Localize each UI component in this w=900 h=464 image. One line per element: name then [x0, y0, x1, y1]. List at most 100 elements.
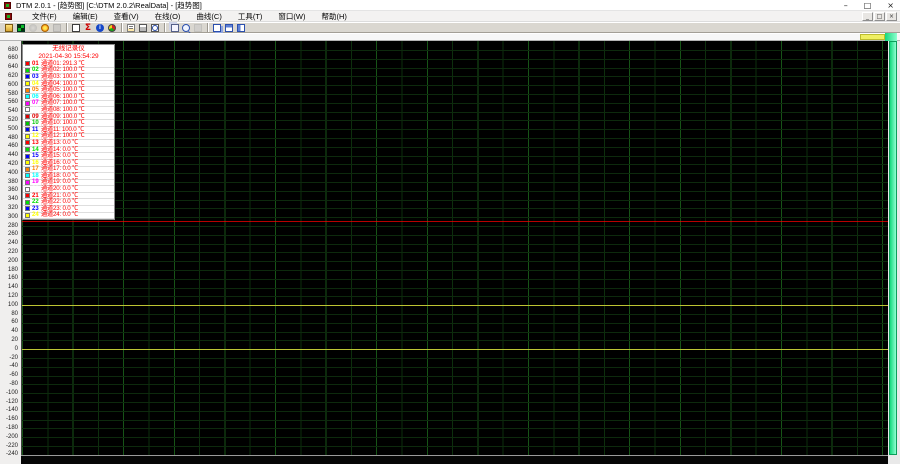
- y-tick-label: 300: [8, 214, 18, 221]
- toolbar-separator: [66, 23, 67, 32]
- horizontal-scrollbar-end[interactable]: [885, 33, 897, 41]
- mdi-restore-button[interactable]: □: [874, 12, 885, 21]
- toolbar: Σi: [0, 22, 900, 33]
- channel-number: 02: [32, 67, 41, 73]
- gridline-horizontal: [22, 182, 888, 183]
- y-tick-label: 340: [8, 196, 18, 203]
- gridline-horizontal: [22, 226, 888, 227]
- channel-number: 03: [32, 74, 41, 80]
- maximize-button[interactable]: □: [864, 0, 872, 11]
- menu-item-2[interactable]: 查看(V): [106, 11, 147, 22]
- y-tick-label: -160: [6, 416, 18, 423]
- channel-number: 13: [32, 140, 41, 146]
- y-tick-label: 480: [8, 135, 18, 142]
- y-tick-label: 660: [8, 55, 18, 62]
- y-tick-label: 420: [8, 161, 18, 168]
- legend-panel[interactable]: 无线记录仪 2021-04-30 15:54:29 01通道01: 291.3 …: [22, 44, 115, 220]
- channel-color-swatch: [25, 88, 30, 93]
- open-folder-button[interactable]: [3, 23, 15, 33]
- pie-button[interactable]: [106, 23, 118, 33]
- y-tick-label: 240: [8, 240, 18, 247]
- gridline-horizontal: [22, 393, 888, 394]
- start-sample-button[interactable]: [39, 23, 51, 33]
- channel-color-swatch: [25, 94, 30, 99]
- pause-icon: [53, 24, 61, 32]
- sigma-button[interactable]: Σ: [82, 23, 94, 33]
- tile-horizontal-button[interactable]: [223, 23, 235, 33]
- gridline-horizontal: [22, 402, 888, 403]
- gridline-horizontal: [22, 428, 888, 429]
- gridline-horizontal: [22, 288, 888, 289]
- mdi-document-icon[interactable]: [5, 13, 12, 20]
- gridline-horizontal: [22, 173, 888, 174]
- gridline-horizontal: [22, 446, 888, 447]
- y-tick-label: 460: [8, 143, 18, 150]
- note-button[interactable]: [125, 23, 137, 33]
- gridline-horizontal: [22, 200, 888, 201]
- menu-item-6[interactable]: 窗口(W): [270, 11, 313, 22]
- y-tick-label: 60: [11, 319, 18, 326]
- mdi-close-button[interactable]: ×: [886, 12, 897, 21]
- y-tick-label: 160: [8, 275, 18, 282]
- gridline-horizontal: [22, 235, 888, 236]
- y-tick-label: 360: [8, 187, 18, 194]
- horizontal-scrollbar-thumb[interactable]: [860, 34, 885, 40]
- channel-color-swatch: [25, 74, 30, 79]
- series-line-12: [22, 305, 888, 306]
- channel-color-swatch: [25, 127, 30, 132]
- y-tick-label: 140: [8, 284, 18, 291]
- zoom-icon: [182, 24, 190, 32]
- y-tick-label: 100: [8, 302, 18, 309]
- channel-number: 20: [32, 186, 41, 192]
- y-tick-label: -100: [6, 390, 18, 397]
- zoom-button[interactable]: [180, 23, 192, 33]
- channel-color-swatch: [25, 147, 30, 152]
- minimize-button[interactable]: –: [844, 0, 848, 11]
- y-tick-label: -220: [6, 443, 18, 450]
- channel-number: 10: [32, 120, 41, 126]
- y-tick-label: 0: [15, 346, 18, 353]
- channel-number: 22: [32, 199, 41, 205]
- close-button[interactable]: ×: [887, 0, 894, 11]
- menu-item-4[interactable]: 曲线(C): [188, 11, 229, 22]
- mdi-window-controls: _ □ ×: [862, 12, 897, 21]
- channel-number: 12: [32, 133, 41, 139]
- menu-item-3[interactable]: 在线(O): [147, 11, 189, 22]
- preview-button[interactable]: [149, 23, 161, 33]
- vertical-scrollbar[interactable]: [889, 41, 897, 455]
- y-tick-label: 640: [8, 64, 18, 71]
- gridline-horizontal: [22, 376, 888, 377]
- y-tick-label: 540: [8, 108, 18, 115]
- record-button: [27, 23, 39, 33]
- stop-button[interactable]: [70, 23, 82, 33]
- info-button[interactable]: i: [94, 23, 106, 33]
- tile-vertical-button[interactable]: [235, 23, 247, 33]
- gridline-horizontal: [22, 437, 888, 438]
- menu-item-0[interactable]: 文件(F): [24, 11, 65, 22]
- data-grid-button[interactable]: [15, 23, 27, 33]
- channel-number: 01: [32, 61, 41, 67]
- menu-item-7[interactable]: 帮助(H): [314, 11, 355, 22]
- gridline-horizontal: [22, 156, 888, 157]
- horizontal-scrollbar[interactable]: [0, 33, 900, 41]
- cascade-button[interactable]: [211, 23, 223, 33]
- gridline-horizontal: [22, 191, 888, 192]
- open-folder-icon: [5, 24, 13, 32]
- info-icon: i: [96, 24, 104, 32]
- menu-items: 文件(F)编辑(E)查看(V)在线(O)曲线(C)工具(T)窗口(W)帮助(H): [24, 11, 355, 22]
- menu-item-1[interactable]: 编辑(E): [65, 11, 106, 22]
- mdi-minimize-button[interactable]: _: [862, 12, 873, 21]
- y-tick-label: 260: [8, 231, 18, 238]
- channel-color-swatch: [25, 154, 30, 159]
- sigma-icon: Σ: [84, 24, 92, 32]
- gridline-horizontal: [22, 279, 888, 280]
- y-tick-label: 120: [8, 293, 18, 300]
- plot-area[interactable]: [21, 41, 888, 455]
- menu-item-5[interactable]: 工具(T): [230, 11, 271, 22]
- print-button[interactable]: [137, 23, 149, 33]
- channel-number: 21: [32, 193, 41, 199]
- channel-color-swatch: [25, 121, 30, 126]
- gridline-horizontal: [22, 129, 888, 130]
- series-line-01: [22, 221, 888, 222]
- copy-button[interactable]: [168, 23, 180, 33]
